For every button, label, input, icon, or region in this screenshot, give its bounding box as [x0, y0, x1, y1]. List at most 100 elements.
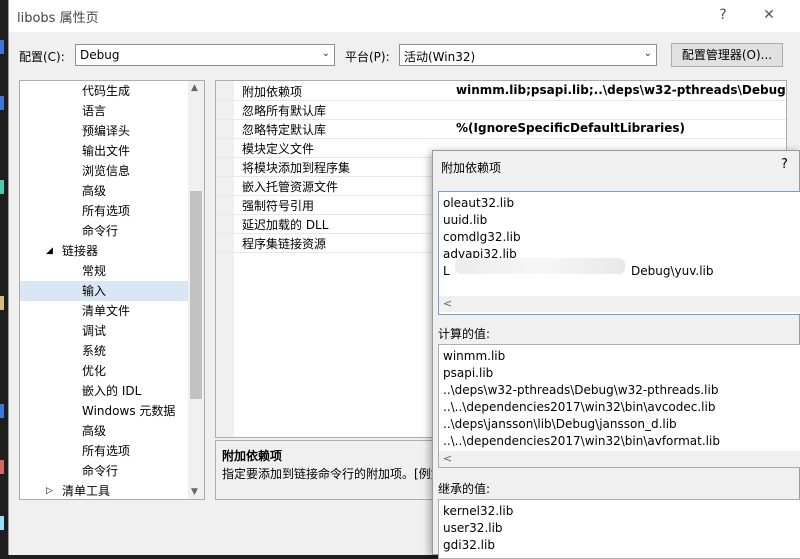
inherited-values-label: 继承的值:	[438, 482, 491, 496]
tree-item[interactable]: 预编译头	[20, 121, 188, 141]
edit-line-prefix: L	[443, 264, 450, 278]
property-name: 模块定义文件	[242, 142, 315, 156]
config-select[interactable]: Debug ⌄	[75, 44, 335, 66]
list-item: ..\..\dependencies2017\win32\bin\avforma…	[443, 434, 720, 448]
tree-item[interactable]: Windows 元数据	[20, 401, 188, 421]
tree-item-label: 常规	[82, 264, 107, 278]
tree-item[interactable]: 嵌入的 IDL	[20, 381, 188, 401]
list-item: kernel32.lib	[443, 504, 514, 518]
edit-line: oleaut32.lib	[443, 196, 515, 210]
list-item: user32.lib	[443, 521, 503, 535]
tree-item[interactable]: 输出文件	[20, 141, 188, 161]
editor-marker	[0, 404, 4, 418]
property-value: winmm.lib;psapi.lib;..\deps\w32-pthreads…	[456, 83, 787, 97]
tree-scroll-thumb[interactable]	[190, 191, 202, 399]
list-item: gdi32.lib	[443, 538, 495, 552]
tree-item[interactable]: 优化	[20, 361, 188, 381]
tree-item[interactable]: 高级	[20, 421, 188, 441]
dialog-title: 附加依赖项	[441, 161, 502, 175]
property-name: 嵌入托管资源文件	[242, 180, 339, 194]
tree-item-label: 调试	[82, 324, 107, 338]
tree-item-label: 预编译头	[82, 124, 131, 138]
list-item: ..\deps\w32-pthreads\Debug\w32-pthreads.…	[443, 383, 719, 397]
tree-item[interactable]: 系统	[20, 341, 188, 361]
list-item: ..\deps\jansson\lib\Debug\jansson_d.lib	[443, 417, 677, 431]
redacted-path	[455, 258, 625, 274]
tree-item[interactable]: 输入	[20, 281, 188, 301]
property-name: 延迟加载的 DLL	[242, 218, 329, 232]
editor-marker	[0, 96, 4, 110]
config-value: Debug	[80, 48, 120, 62]
property-value: %(IgnoreSpecificDefaultLibraries)	[456, 121, 685, 135]
tree-item-label: 命令行	[82, 464, 119, 478]
editor-marker	[0, 516, 4, 530]
list-item: winmm.lib	[443, 349, 506, 363]
tree-item[interactable]: ▷ 清单工具	[20, 481, 188, 499]
editor-marker	[0, 460, 4, 474]
description-text: 指定要添加到链接命令行的附加项。[例如	[222, 467, 443, 481]
tree-item-label: 所有选项	[82, 444, 131, 458]
additional-dependencies-dialog: 附加依赖项 ? oleaut32.lib uuid.lib comdlg32.l…	[432, 150, 800, 559]
tree-item-label: 系统	[82, 344, 107, 358]
tree-item[interactable]: 调试	[20, 321, 188, 341]
editor-marker	[0, 180, 4, 194]
tree-item[interactable]: 高级	[20, 181, 188, 201]
close-button[interactable]: ✕	[757, 4, 781, 26]
tree-item[interactable]: 命令行	[20, 461, 188, 481]
help-button[interactable]: ?	[711, 4, 735, 26]
property-row[interactable]: 附加依赖项 winmm.lib;psapi.lib;..\deps\w32-pth…	[216, 81, 787, 101]
editor-marker	[0, 40, 4, 54]
property-name: 忽略所有默认库	[242, 104, 327, 118]
dependencies-edit-box[interactable]: oleaut32.lib uuid.lib comdlg32.lib advap…	[438, 191, 800, 315]
window-title: libobs 属性页	[17, 11, 99, 26]
property-name: 将模块添加到程序集	[242, 161, 351, 175]
description-title: 附加依赖项	[222, 449, 283, 463]
platform-value: 活动(Win32)	[404, 50, 476, 64]
tree-item-label: Windows 元数据	[82, 404, 176, 418]
list-item: ..\..\dependencies2017\win32\bin\avcodec…	[443, 400, 716, 414]
property-row[interactable]: 忽略特定默认库 %(IgnoreSpecificDefaultLibraries)	[216, 119, 786, 139]
tree-item-label: 输出文件	[82, 144, 131, 158]
tree-item[interactable]: 常规	[20, 261, 188, 281]
edit-line: comdlg32.lib	[443, 230, 521, 244]
property-tree[interactable]: 代码生成 语言 预编译头 输出文件 浏览信息 高级 所有选项 命令行 ◢ 链接器 常规 输入 清单文件调…	[19, 80, 205, 500]
tree-item-label: 代码生成	[82, 84, 131, 98]
tree-item[interactable]: 所有选项	[20, 441, 188, 461]
tree-item[interactable]: 语言	[20, 101, 188, 121]
edit-line: Debug\yuv.lib	[631, 264, 714, 278]
computed-values-label: 计算的值:	[438, 327, 491, 341]
property-row[interactable]: 忽略所有默认库	[216, 100, 786, 120]
tree-item[interactable]: 命令行	[20, 221, 188, 241]
tree-scrollbar[interactable]: ▲ ▼	[188, 81, 204, 499]
tree-item[interactable]: 所有选项	[20, 201, 188, 221]
tree-item[interactable]: 清单文件	[20, 301, 188, 321]
scroll-down-icon[interactable]: ▼	[191, 487, 198, 497]
scroll-left-icon[interactable]: <	[443, 297, 452, 310]
config-manager-button[interactable]: 配置管理器(O)...	[671, 43, 783, 67]
dialog-help-button[interactable]: ?	[781, 157, 788, 172]
inherited-values-list[interactable]: kernel32.lib user32.lib gdi32.lib	[438, 499, 800, 559]
property-name: 强制符号引用	[242, 199, 315, 213]
expanded-arrow-icon[interactable]: ◢	[46, 241, 53, 261]
edit-line: uuid.lib	[443, 213, 488, 227]
tree-item[interactable]: 浏览信息	[20, 161, 188, 181]
computed-values-list[interactable]: winmm.lib psapi.lib ..\deps\w32-pthreads\D…	[438, 344, 800, 468]
tree-item-label: 清单工具	[62, 484, 111, 498]
property-name: 程序集链接资源	[242, 237, 327, 251]
tree-item-label: 优化	[82, 364, 107, 378]
collapsed-arrow-icon[interactable]: ▷	[46, 481, 53, 499]
tree-item[interactable]: 代码生成	[20, 81, 188, 101]
tree-item-label: 命令行	[82, 224, 119, 238]
property-name: 附加依赖项	[242, 85, 303, 99]
computed-hscrollbar[interactable]: <	[439, 451, 800, 467]
tree-item-label: 输入	[82, 284, 107, 298]
scroll-up-icon[interactable]: ▲	[191, 83, 198, 93]
platform-select[interactable]: 活动(Win32) ⌄	[399, 44, 657, 66]
tree-item-label: 链接器	[62, 244, 99, 258]
tree-item-label: 高级	[82, 184, 107, 198]
edit-hscrollbar[interactable]: <	[439, 296, 800, 312]
tree-item-label: 语言	[82, 104, 107, 118]
tree-item[interactable]: ◢ 链接器	[20, 241, 188, 261]
scroll-left-icon[interactable]: <	[443, 452, 452, 465]
title-bar: libobs 属性页 ? ✕	[9, 0, 800, 32]
